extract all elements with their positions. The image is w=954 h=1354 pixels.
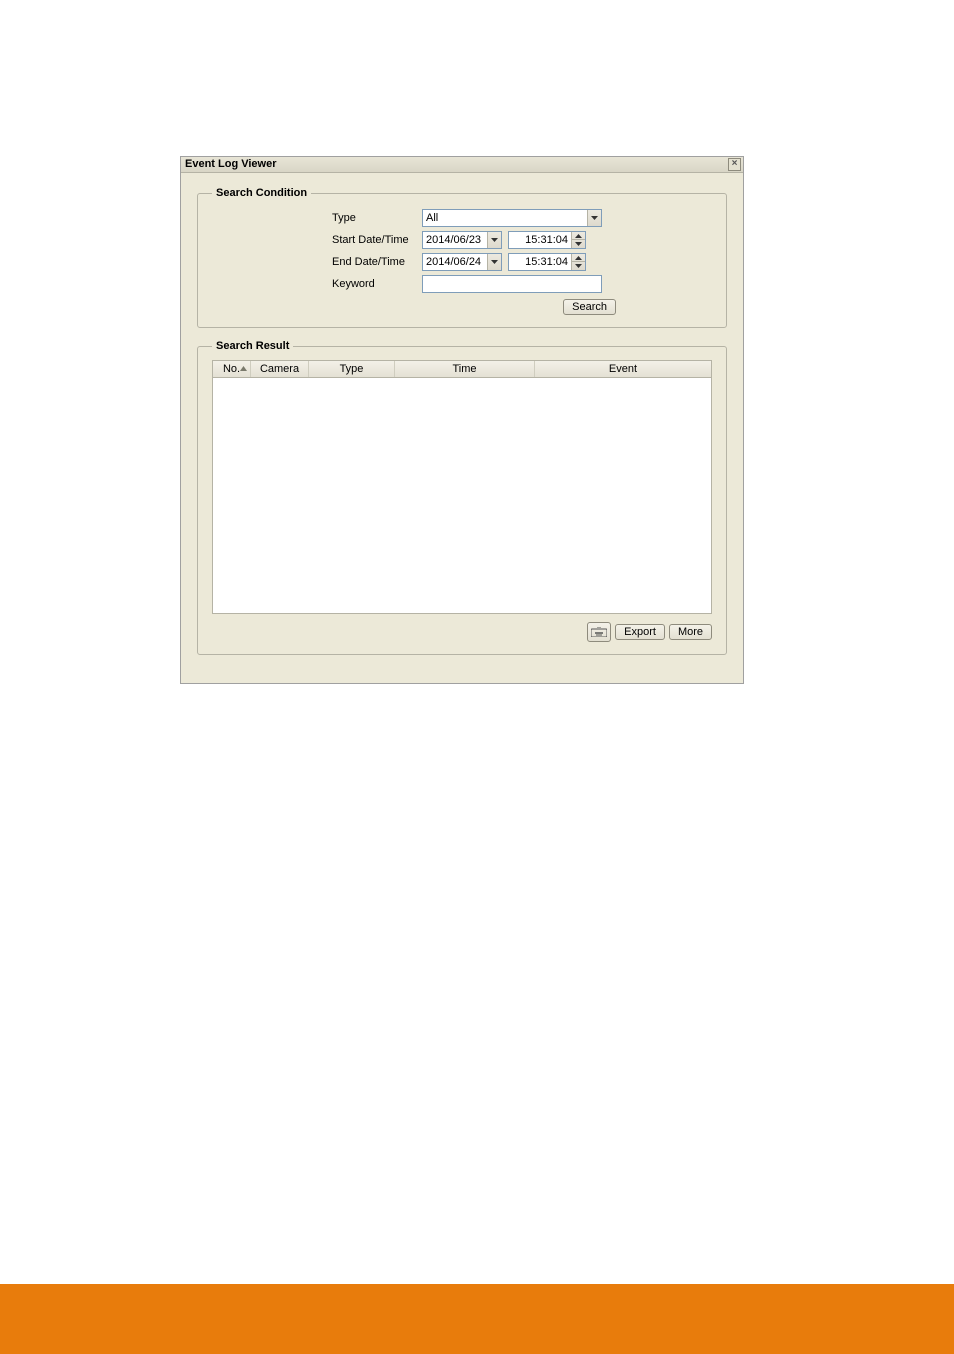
keyboard-icon bbox=[591, 627, 607, 637]
results-table: No. Camera Type Time Event bbox=[212, 360, 712, 614]
search-condition-legend: Search Condition bbox=[212, 187, 311, 199]
end-date-combo[interactable]: 2014/06/24 bbox=[422, 253, 502, 271]
chevron-down-icon bbox=[575, 242, 582, 246]
dialog-body: Search Condition Type All Start Date/Tim… bbox=[181, 173, 743, 683]
type-combo[interactable]: All bbox=[422, 209, 602, 227]
close-button[interactable]: × bbox=[728, 158, 741, 171]
chevron-up-icon bbox=[575, 234, 582, 238]
chevron-down-icon bbox=[491, 260, 498, 264]
search-button[interactable]: Search bbox=[563, 299, 616, 315]
export-button[interactable]: Export bbox=[615, 624, 665, 640]
result-buttons-row: Export More bbox=[212, 622, 712, 642]
window-title: Event Log Viewer bbox=[185, 158, 277, 170]
table-body-empty bbox=[213, 378, 711, 613]
type-label: Type bbox=[332, 212, 422, 224]
column-header-event[interactable]: Event bbox=[535, 361, 711, 377]
spin-up-button[interactable] bbox=[572, 254, 585, 262]
keyword-input[interactable] bbox=[422, 275, 602, 293]
search-button-row: Search bbox=[212, 299, 712, 315]
sort-indicator bbox=[240, 366, 247, 371]
start-time-spin-buttons[interactable] bbox=[571, 232, 585, 248]
start-datetime-row: Start Date/Time 2014/06/23 15:31:04 bbox=[212, 231, 712, 249]
end-date-value: 2014/06/24 bbox=[423, 256, 487, 268]
event-log-viewer-dialog: Event Log Viewer × Search Condition Type… bbox=[180, 156, 744, 684]
spin-down-button[interactable] bbox=[572, 240, 585, 248]
type-row: Type All bbox=[212, 209, 712, 227]
table-header-row: No. Camera Type Time Event bbox=[213, 361, 711, 378]
chevron-down-icon bbox=[491, 238, 498, 242]
end-time-spin-buttons[interactable] bbox=[571, 254, 585, 270]
column-header-camera[interactable]: Camera bbox=[251, 361, 309, 377]
search-result-legend: Search Result bbox=[212, 340, 293, 352]
keyword-label: Keyword bbox=[332, 278, 422, 290]
sort-asc-icon bbox=[240, 366, 247, 371]
end-time-spinner[interactable]: 15:31:04 bbox=[508, 253, 586, 271]
keyboard-button[interactable] bbox=[587, 622, 611, 642]
title-bar: Event Log Viewer × bbox=[181, 157, 743, 173]
type-dropdown-button[interactable] bbox=[587, 210, 601, 226]
start-time-spinner[interactable]: 15:31:04 bbox=[508, 231, 586, 249]
search-condition-group: Search Condition Type All Start Date/Tim… bbox=[197, 187, 727, 328]
chevron-up-icon bbox=[575, 256, 582, 260]
end-time-value: 15:31:04 bbox=[509, 256, 571, 268]
column-header-time[interactable]: Time bbox=[395, 361, 535, 377]
start-time-value: 15:31:04 bbox=[509, 234, 571, 246]
chevron-down-icon bbox=[591, 216, 598, 220]
end-label: End Date/Time bbox=[332, 256, 422, 268]
end-date-dropdown-button[interactable] bbox=[487, 254, 501, 270]
page-footer-bar bbox=[0, 1284, 954, 1354]
column-header-type[interactable]: Type bbox=[309, 361, 395, 377]
start-date-value: 2014/06/23 bbox=[423, 234, 487, 246]
column-header-no[interactable]: No. bbox=[213, 361, 251, 377]
start-label: Start Date/Time bbox=[332, 234, 422, 246]
search-result-group: Search Result No. Camera Type Time Event bbox=[197, 340, 727, 655]
start-date-dropdown-button[interactable] bbox=[487, 232, 501, 248]
end-datetime-row: End Date/Time 2014/06/24 15:31:04 bbox=[212, 253, 712, 271]
spin-down-button[interactable] bbox=[572, 262, 585, 270]
column-header-no-label: No. bbox=[223, 363, 240, 375]
spin-up-button[interactable] bbox=[572, 232, 585, 240]
type-value: All bbox=[423, 212, 587, 224]
more-button[interactable]: More bbox=[669, 624, 712, 640]
search-result-section: Search Result No. Camera Type Time Event bbox=[197, 340, 727, 655]
chevron-down-icon bbox=[575, 264, 582, 268]
keyword-row: Keyword bbox=[212, 275, 712, 293]
start-date-combo[interactable]: 2014/06/23 bbox=[422, 231, 502, 249]
